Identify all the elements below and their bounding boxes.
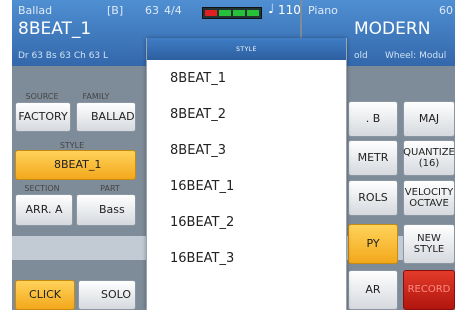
style-name: 8BEAT_1 bbox=[18, 19, 92, 39]
new-style-button[interactable]: NEW STYLE bbox=[403, 224, 455, 264]
metronome-button[interactable]: METR bbox=[348, 140, 398, 176]
click-button[interactable]: CLICK bbox=[15, 280, 75, 310]
style-category: Ballad bbox=[18, 4, 53, 17]
part-label: PART bbox=[100, 184, 120, 193]
style-select-popup: STYLE 8BEAT_1 8BEAT_2 8BEAT_3 16BEAT_1 1… bbox=[146, 38, 347, 310]
family-button[interactable]: BALLAD bbox=[76, 102, 136, 132]
voice-category: Piano bbox=[308, 4, 338, 17]
voice-name: MODERN bbox=[354, 19, 431, 39]
style-bank: [B] bbox=[107, 4, 124, 17]
source-button[interactable]: FACTORY bbox=[15, 102, 71, 132]
section-label: SECTION bbox=[24, 184, 60, 193]
style-label: STYLE bbox=[59, 141, 85, 150]
copy-button[interactable]: PY bbox=[348, 224, 398, 264]
style-list-item[interactable]: 8BEAT_1 bbox=[147, 60, 346, 96]
section-button[interactable]: ARR. A bbox=[15, 194, 73, 226]
clear-button[interactable]: AR bbox=[348, 270, 398, 310]
solo-button[interactable]: SOLO bbox=[78, 280, 136, 310]
style-list-item[interactable]: 16BEAT_1 bbox=[147, 168, 346, 204]
style-list-item[interactable]: 16BEAT_3 bbox=[147, 240, 346, 276]
style-editor-screen: Ballad [B] 63 4/4 ♩ 110 8BEAT_1 Dr 63 Bs… bbox=[12, 0, 455, 310]
meter-led bbox=[219, 10, 231, 16]
voice-info-b: Wheel: Modul bbox=[385, 51, 447, 61]
record-button[interactable]: RECORD bbox=[403, 270, 455, 310]
source-label: SOURCE bbox=[25, 92, 59, 101]
level-meter bbox=[202, 7, 262, 19]
controls-button[interactable]: ROLS bbox=[348, 180, 398, 216]
track-info: Dr 63 Bs 63 Ch 63 L bbox=[18, 51, 109, 61]
voice-info-a: old bbox=[354, 51, 368, 61]
time-signature: 4/4 bbox=[164, 4, 182, 17]
velocity-octave-button[interactable]: VELOCITY OCTAVE bbox=[403, 180, 455, 216]
meter-led bbox=[247, 10, 259, 16]
meter-led bbox=[233, 10, 245, 16]
maj-button[interactable]: MAJ bbox=[403, 101, 455, 137]
style-button[interactable]: 8BEAT_1 bbox=[15, 150, 136, 180]
style-list-item[interactable]: 16BEAT_2 bbox=[147, 204, 346, 240]
part-button[interactable]: Bass bbox=[76, 194, 136, 226]
quantize-button[interactable]: QUANTIZE (16) bbox=[403, 140, 455, 176]
chord-b-button[interactable]: . B bbox=[348, 101, 398, 137]
popup-title: STYLE bbox=[147, 38, 346, 60]
tempo-value: 110 bbox=[278, 3, 301, 17]
quarter-note-icon: ♩ bbox=[268, 2, 275, 17]
family-label: FAMILY bbox=[82, 92, 110, 101]
voice-value: 60 bbox=[439, 4, 453, 17]
channel-value: 63 bbox=[145, 4, 159, 17]
style-list-item[interactable]: 8BEAT_2 bbox=[147, 96, 346, 132]
meter-led bbox=[205, 10, 217, 16]
style-list-item[interactable]: 8BEAT_3 bbox=[147, 132, 346, 168]
